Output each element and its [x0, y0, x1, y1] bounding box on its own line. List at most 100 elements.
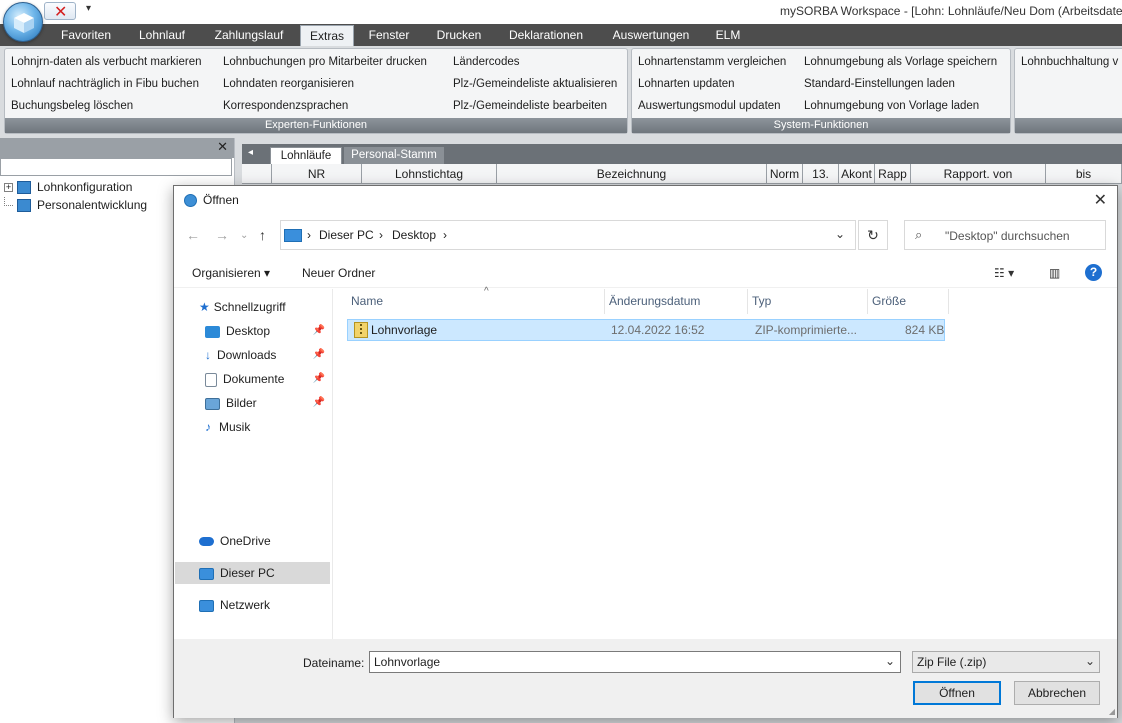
tab-fenster[interactable]: Fenster — [360, 24, 418, 46]
grid-col-bis[interactable]: bis — [1046, 164, 1122, 184]
back-arrow-icon[interactable]: ← — [186, 227, 200, 243]
search-input[interactable]: ⌕ "Desktop" durchsuchen — [904, 220, 1106, 250]
nav-this-pc[interactable]: Dieser PC — [175, 562, 330, 584]
file-name: Lohnvorlage — [371, 323, 438, 337]
ribbon-item-languages[interactable]: Korrespondenzsprachen — [223, 100, 348, 112]
filename-input[interactable]: Lohnvorlage — [369, 651, 901, 673]
ribbon-group-label: Experten-Funktionen — [5, 118, 627, 133]
grid-col-norm[interactable]: Norm — [767, 164, 803, 184]
app-menu-button[interactable] — [3, 2, 43, 42]
ribbon-item-delete-voucher[interactable]: Buchungsbeleg löschen — [11, 100, 133, 112]
breadcrumb-separator-icon: › — [379, 228, 383, 242]
forward-arrow-icon[interactable]: → — [215, 227, 229, 243]
nav-item-music[interactable]: ♪ Musik — [205, 416, 329, 438]
grid-col-akont[interactable]: Akont — [839, 164, 875, 184]
grid-col-rapport-von[interactable]: Rapport. von — [911, 164, 1046, 184]
help-icon[interactable]: ? — [1085, 264, 1102, 281]
tree-item-lohnkonfiguration[interactable]: + Lohnkonfiguration — [4, 178, 132, 196]
column-date-modified[interactable]: Änderungsdatum — [605, 289, 748, 314]
tab-auswertungen[interactable]: Auswertungen — [603, 24, 699, 46]
preview-pane-icon[interactable]: ▥ — [1049, 266, 1060, 280]
tree-filter-input[interactable] — [0, 158, 232, 176]
ribbon-item-book-fibu[interactable]: Lohnlauf nachträglich in Fibu buchen — [11, 78, 199, 90]
file-list-header: ^ Name Änderungsdatum Typ Größe — [347, 286, 949, 314]
doc-tab-personal-stamm[interactable]: Personal-Stamm — [344, 147, 444, 164]
nav-onedrive[interactable]: OneDrive — [199, 530, 329, 552]
network-icon — [199, 599, 214, 612]
grid-col-13[interactable]: 13. — [803, 164, 839, 184]
ribbon-item-update-wage-types[interactable]: Lohnarten updaten — [638, 78, 735, 90]
open-button[interactable]: Öffnen — [913, 681, 1001, 705]
chevron-down-icon[interactable]: ⌄ — [1085, 654, 1095, 668]
ribbon-item-payroll-accounting[interactable]: Lohnbuchhaltung v — [1021, 56, 1118, 68]
nav-item-desktop[interactable]: Desktop 📌 — [205, 320, 329, 342]
nav-item-pictures[interactable]: Bilder 📌 — [205, 392, 329, 414]
resize-grip-icon[interactable]: ◢ — [1109, 707, 1115, 716]
ribbon-item-load-defaults[interactable]: Standard-Einstellungen laden — [804, 78, 955, 90]
pin-icon[interactable]: 📌 — [313, 392, 325, 414]
zip-file-icon — [354, 322, 368, 338]
app-icon — [184, 194, 197, 207]
ribbon-item-update-module[interactable]: Auswertungsmodul updaten — [638, 100, 781, 112]
cancel-button[interactable]: Abbrechen — [1014, 681, 1100, 705]
book-icon — [17, 181, 31, 195]
filetype-select[interactable]: Zip File (.zip) — [912, 651, 1100, 673]
menu-bar: Favoriten Lohnlauf Zahlungslauf Extras F… — [0, 24, 1122, 47]
chevron-down-icon[interactable]: ⌄ — [885, 654, 895, 668]
doc-tab-lohnlaeufe[interactable]: Lohnläufe — [270, 147, 342, 164]
ribbon-item-print-bookings[interactable]: Lohnbuchungen pro Mitarbeiter drucken — [223, 56, 427, 68]
ribbon-item-compare-wage-types[interactable]: Lohnartenstamm vergleichen — [638, 56, 786, 68]
breadcrumb-separator-icon: › — [307, 228, 311, 242]
tab-lohnlauf[interactable]: Lohnlauf — [128, 24, 196, 46]
recent-locations-chevron-icon[interactable]: ⌄ — [240, 230, 248, 241]
ribbon-item-save-template[interactable]: Lohnumgebung als Vorlage speichern — [804, 56, 997, 68]
open-file-dialog: Öffnen ✕ ← → ⌄ ↑ › Dieser PC › Desktop ›… — [173, 185, 1118, 718]
pane-divider[interactable] — [332, 289, 333, 639]
tab-extras[interactable]: Extras — [300, 25, 354, 47]
chevron-down-icon[interactable]: ⌄ — [835, 227, 845, 241]
tab-zahlungslauf[interactable]: Zahlungslauf — [204, 24, 294, 46]
refresh-button[interactable]: ↻ — [858, 220, 888, 250]
up-arrow-icon[interactable]: ↑ — [259, 227, 266, 243]
ribbon-item-mark-booked[interactable]: Lohnjrn-daten als verbucht markieren — [11, 56, 202, 68]
grid-col-bezeichnung[interactable]: Bezeichnung — [497, 164, 767, 184]
new-folder-button[interactable]: Neuer Ordner — [302, 266, 375, 280]
file-row[interactable]: Lohnvorlage 12.04.2022 16:52 ZIP-komprim… — [347, 319, 945, 341]
address-bar[interactable]: › Dieser PC › Desktop › ⌄ — [280, 220, 856, 250]
nav-quick-access[interactable]: ★ Schnellzugriff — [199, 296, 329, 318]
ribbon-item-country-codes[interactable]: Ländercodes — [453, 56, 520, 68]
nav-item-documents[interactable]: Dokumente 📌 — [205, 368, 329, 390]
tab-drucken[interactable]: Drucken — [428, 24, 490, 46]
ribbon-item-reorganize[interactable]: Lohndaten reorganisieren — [223, 78, 354, 90]
tree-item-personalentwicklung[interactable]: Personalentwicklung — [4, 196, 147, 214]
pin-icon[interactable]: 📌 — [313, 320, 325, 342]
tab-favoriten[interactable]: Favoriten — [50, 24, 122, 46]
nav-network[interactable]: Netzwerk — [199, 594, 329, 616]
ribbon-item-update-plz[interactable]: Plz-/Gemeindeliste aktualisieren — [453, 78, 617, 90]
expand-icon[interactable]: + — [4, 183, 13, 193]
close-icon[interactable]: ✕ — [1094, 190, 1107, 210]
quick-access-close-button[interactable]: ✕ — [44, 2, 76, 21]
column-type[interactable]: Typ — [748, 289, 868, 314]
close-icon[interactable]: ✕ — [217, 139, 228, 155]
view-options-icon[interactable]: ☷ ▾ — [994, 266, 1014, 280]
ribbon-item-edit-plz[interactable]: Plz-/Gemeindeliste bearbeiten — [453, 100, 607, 112]
pin-icon[interactable]: 📌 — [313, 344, 325, 366]
file-size: 824 KB — [905, 323, 945, 337]
breadcrumb-dieser-pc[interactable]: Dieser PC — [319, 228, 374, 242]
quick-access-dropdown-icon[interactable]: ▾ — [86, 3, 91, 14]
grid-col-lohnstichtag[interactable]: Lohnstichtag — [362, 164, 497, 184]
grid-col-nr[interactable]: NR — [272, 164, 362, 184]
pin-icon[interactable]: 📌 — [313, 368, 325, 390]
nav-item-downloads[interactable]: ↓ Downloads 📌 — [205, 344, 329, 366]
ribbon-item-load-template[interactable]: Lohnumgebung von Vorlage laden — [804, 100, 979, 112]
grid-col-rapp[interactable]: Rapp — [875, 164, 911, 184]
tab-deklarationen[interactable]: Deklarationen — [500, 24, 592, 46]
star-icon: ★ — [199, 300, 210, 314]
organize-button[interactable]: Organisieren ▾ — [192, 266, 270, 280]
column-size[interactable]: Größe — [868, 289, 949, 314]
breadcrumb-desktop[interactable]: Desktop — [392, 228, 436, 242]
tab-scroll-left-icon[interactable]: ◂ — [248, 147, 253, 158]
tab-elm[interactable]: ELM — [708, 24, 748, 46]
column-name[interactable]: Name — [347, 289, 605, 314]
